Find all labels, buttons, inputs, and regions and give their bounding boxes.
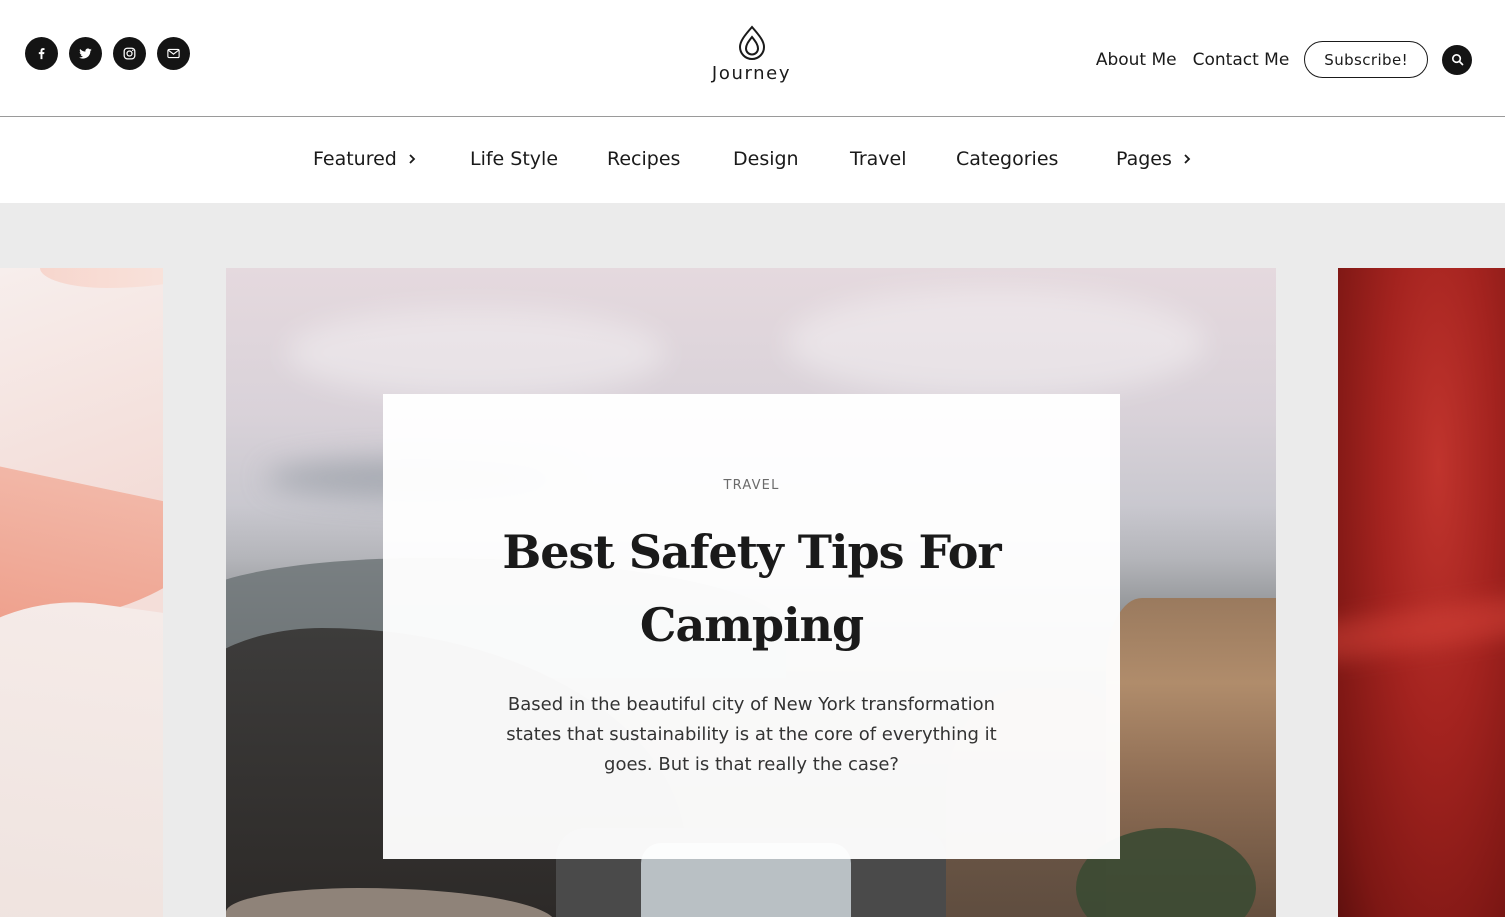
- nav-item-label: Pages: [1116, 148, 1172, 170]
- nav-item-featured[interactable]: Featured: [313, 146, 418, 172]
- site-header: Journey About Me Contact Me Subscribe!: [0, 0, 1505, 117]
- twitter-icon: [79, 48, 92, 59]
- drop-logo-icon: [738, 25, 765, 60]
- main-nav: Featured Life Style Recipes Design Trave…: [0, 118, 1505, 203]
- nav-item-label: Life Style: [470, 148, 559, 170]
- logo-text: Journey: [711, 63, 792, 84]
- email-link[interactable]: [157, 37, 190, 70]
- nav-item-design[interactable]: Design: [733, 146, 799, 172]
- nav-item-label: Design: [733, 148, 799, 170]
- nav-item-label: Travel: [850, 148, 907, 170]
- chevron-right-icon: [1181, 153, 1193, 165]
- search-button[interactable]: [1442, 44, 1472, 75]
- carousel-slide-previous[interactable]: [0, 268, 163, 917]
- featured-post-card: TRAVEL Best Safety Tips For Camping Base…: [383, 394, 1120, 859]
- instagram-link[interactable]: [113, 37, 146, 70]
- about-me-link[interactable]: About Me: [1096, 50, 1177, 70]
- post-title[interactable]: Best Safety Tips For Camping: [472, 516, 1032, 662]
- nav-item-recipes[interactable]: Recipes: [607, 146, 680, 172]
- site-logo[interactable]: Journey: [703, 24, 800, 92]
- twitter-link[interactable]: [69, 37, 102, 70]
- subscribe-button[interactable]: Subscribe!: [1304, 41, 1428, 78]
- post-excerpt: Based in the beautiful city of New York …: [506, 694, 997, 775]
- nav-item-travel[interactable]: Travel: [850, 146, 906, 172]
- search-icon: [1451, 54, 1463, 66]
- header-actions: About Me Contact Me Subscribe!: [1096, 41, 1472, 78]
- nav-item-pages[interactable]: Pages: [1116, 146, 1193, 172]
- social-links: [25, 37, 190, 70]
- nav-item-categories[interactable]: Categories: [956, 146, 1058, 172]
- carousel-slide-next[interactable]: [1338, 268, 1505, 917]
- chevron-right-icon: [406, 153, 418, 165]
- instagram-icon: [123, 47, 136, 60]
- post-category[interactable]: TRAVEL: [383, 478, 1120, 494]
- facebook-link[interactable]: [25, 37, 58, 70]
- mail-icon: [167, 48, 180, 59]
- nav-item-label: Recipes: [607, 148, 681, 170]
- contact-me-link[interactable]: Contact Me: [1193, 50, 1290, 70]
- nav-item-life-style[interactable]: Life Style: [470, 146, 558, 172]
- facebook-icon: [38, 48, 45, 60]
- nav-item-label: Featured: [313, 148, 397, 170]
- nav-item-label: Categories: [956, 148, 1059, 170]
